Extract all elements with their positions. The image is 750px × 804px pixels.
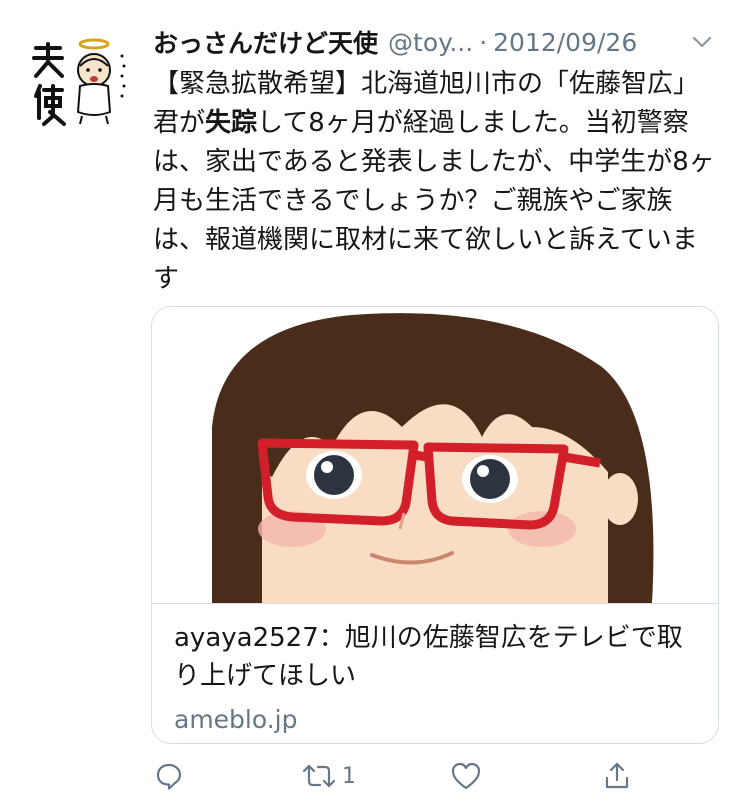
author-handle[interactable]: @toy... [388,28,473,57]
chevron-down-icon[interactable] [689,29,715,55]
author-name[interactable]: おっさんだけど天使 [153,24,378,60]
retweet-icon [300,761,338,791]
tweet-actions: 1 [150,758,650,794]
reply-button[interactable] [154,758,188,794]
card-image[interactable] [152,307,718,604]
retweet-count: 1 [342,763,356,789]
separator: · [479,27,488,57]
tweet-text-bold: 失踪 [205,108,258,138]
tweet-content: おっさんだけど天使 @toy... · 2012/09/26 【緊急拡散希望】北… [153,22,723,299]
glasses-girl-illustration [152,307,718,603]
tweet-text: 【緊急拡散希望】北海道旭川市の「佐藤智広」君が失踪して8ヶ月が経過しました。当初… [153,65,721,299]
share-icon [602,761,632,791]
avatar[interactable] [30,26,136,132]
tweet-header: おっさんだけど天使 @toy... · 2012/09/26 [153,22,723,62]
like-button[interactable] [450,758,486,794]
card-body: ayaya2527：旭川の佐藤智広をテレビで取り上げてほしい ameblo.jp [174,619,704,737]
share-button[interactable] [602,758,632,794]
reply-icon [154,761,184,791]
angel-avatar-illustration [30,26,136,132]
card-title[interactable]: ayaya2527：旭川の佐藤智広をテレビで取り上げてほしい [174,619,704,695]
like-icon [450,761,482,791]
tweet-date[interactable]: 2012/09/26 [493,28,637,57]
card-domain: ameblo.jp [174,705,298,734]
link-card[interactable]: ayaya2527：旭川の佐藤智広をテレビで取り上げてほしい ameblo.jp [151,306,719,744]
retweet-button[interactable]: 1 [300,758,356,794]
